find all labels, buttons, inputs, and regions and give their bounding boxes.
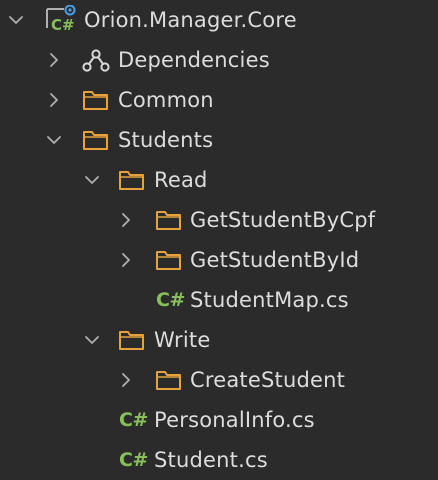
tree-item-label: Student.cs [154, 448, 268, 472]
chevron-right-icon[interactable] [46, 92, 62, 108]
folder-icon [82, 128, 110, 152]
folder-icon [118, 328, 146, 352]
tree-item-personal-info-cs[interactable]: C# PersonalInfo.cs [0, 400, 438, 440]
tree-item-get-student-by-id[interactable]: GetStudentById [0, 240, 438, 280]
csharp-project-icon: C# [44, 5, 76, 34]
tree-item-label: GetStudentByCpf [190, 208, 376, 232]
solution-tree: C# Orion.Manager.Core Dependencies Commo… [0, 0, 438, 480]
csharp-file-icon: C# [156, 289, 185, 311]
tree-item-dependencies[interactable]: Dependencies [0, 40, 438, 80]
chevron-down-icon[interactable] [8, 12, 24, 28]
tree-item-label: PersonalInfo.cs [154, 408, 315, 432]
tree-item-label: Read [154, 168, 208, 192]
tree-item-label: Orion.Manager.Core [84, 8, 297, 32]
tree-item-label: StudentMap.cs [190, 288, 349, 312]
csharp-file-icon: C# [119, 449, 148, 471]
tree-item-get-student-by-cpf[interactable]: GetStudentByCpf [0, 200, 438, 240]
chevron-down-icon[interactable] [46, 132, 62, 148]
chevron-down-icon[interactable] [84, 172, 100, 188]
chevron-right-icon[interactable] [118, 372, 134, 388]
folder-icon [118, 168, 146, 192]
tree-item-label: Common [118, 88, 214, 112]
tree-item-project[interactable]: C# Orion.Manager.Core [0, 0, 438, 40]
folder-icon [155, 248, 183, 272]
csharp-file-icon: C# [119, 409, 148, 431]
tree-item-students[interactable]: Students [0, 120, 438, 160]
tree-item-write[interactable]: Write [0, 320, 438, 360]
tree-item-label: CreateStudent [190, 368, 346, 392]
tree-item-student-map-cs[interactable]: C# StudentMap.cs [0, 280, 438, 320]
folder-icon [82, 88, 110, 112]
tree-item-label: GetStudentById [190, 248, 360, 272]
tree-item-create-student[interactable]: CreateStudent [0, 360, 438, 400]
tree-item-label: Students [118, 128, 214, 152]
tree-item-label: Dependencies [118, 48, 270, 72]
tree-item-common[interactable]: Common [0, 80, 438, 120]
chevron-right-icon[interactable] [118, 252, 134, 268]
chevron-down-icon[interactable] [84, 332, 100, 348]
dependencies-icon [82, 48, 110, 72]
folder-icon [155, 208, 183, 232]
tree-item-student-cs[interactable]: C# Student.cs [0, 440, 438, 480]
chevron-right-icon[interactable] [118, 212, 134, 228]
tree-item-label: Write [154, 328, 211, 352]
svg-text:C#: C# [51, 16, 75, 34]
folder-icon [155, 368, 183, 392]
chevron-right-icon[interactable] [46, 52, 62, 68]
tree-item-read[interactable]: Read [0, 160, 438, 200]
